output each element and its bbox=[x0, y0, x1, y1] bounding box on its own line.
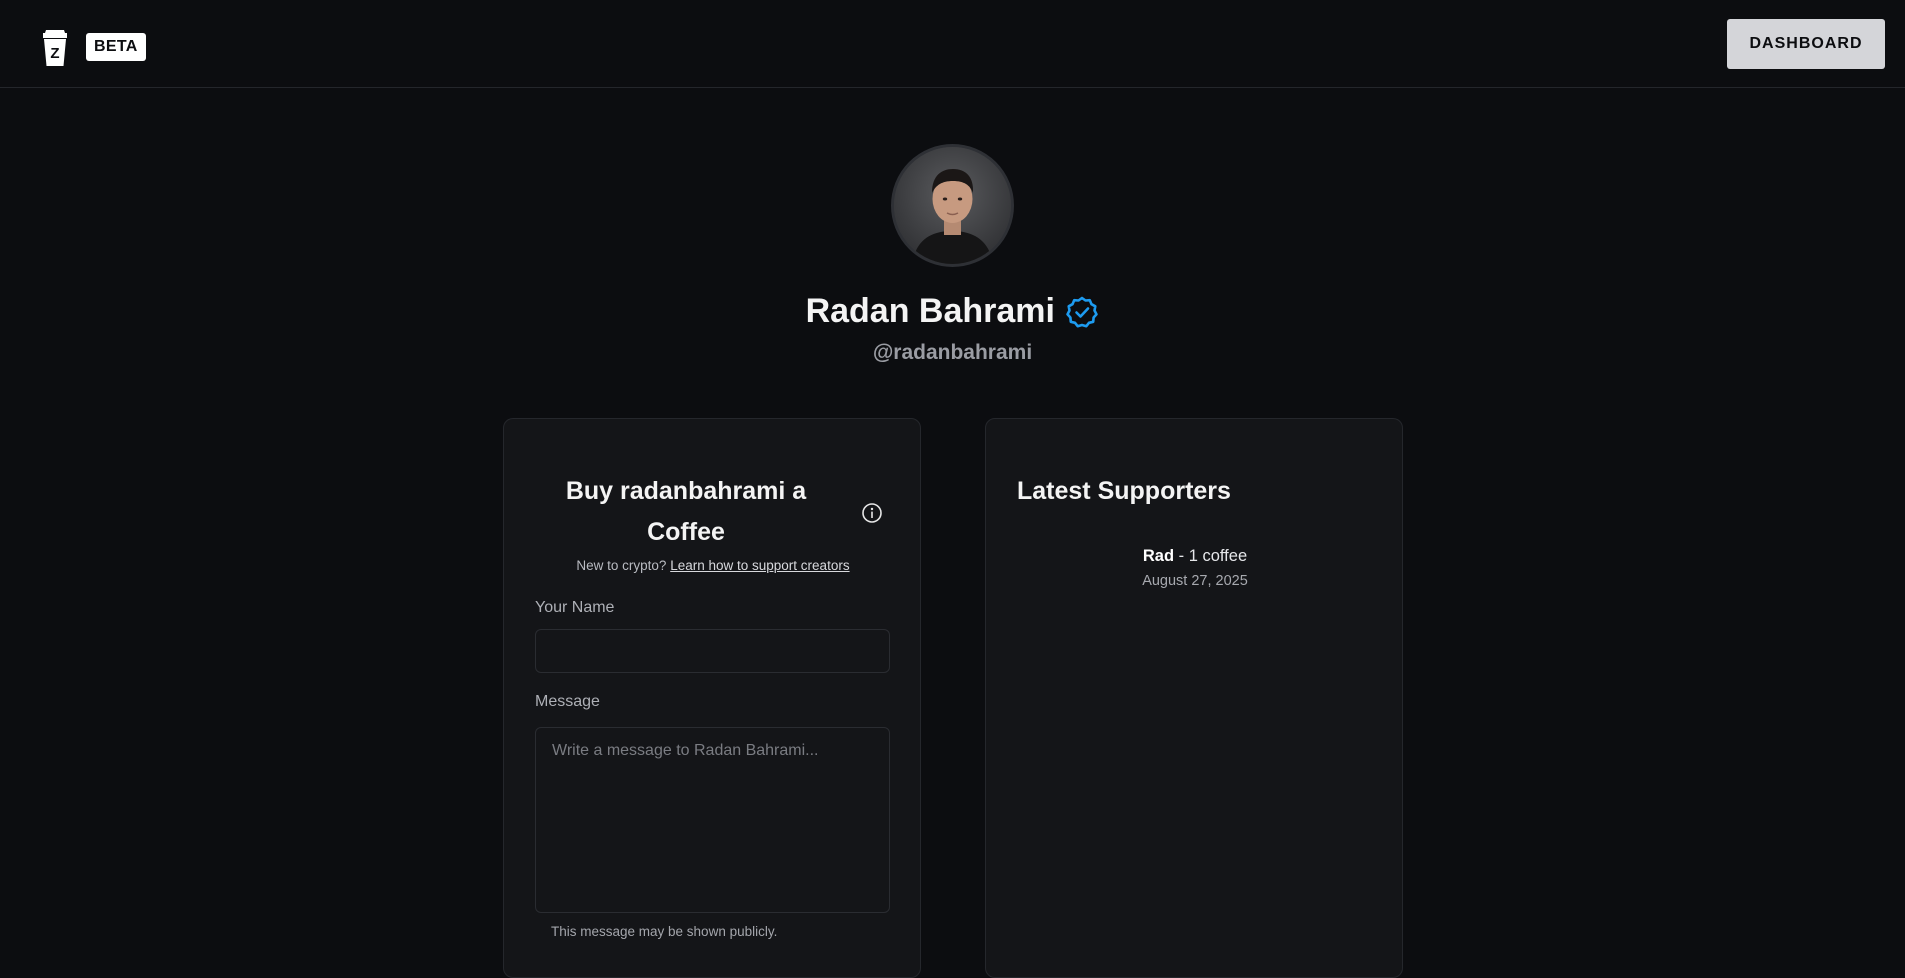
info-icon[interactable] bbox=[861, 502, 883, 524]
profile-name-row: Radan Bahrami bbox=[0, 292, 1905, 331]
supporter-name: Rad bbox=[1142, 547, 1175, 565]
message-textarea[interactable] bbox=[535, 727, 890, 913]
verified-badge-icon bbox=[1065, 295, 1099, 329]
supporter-date: August 27, 2025 bbox=[1142, 573, 1248, 589]
buy-coffee-title: Buy radanbahrami a Coffee bbox=[565, 477, 807, 546]
top-navbar: Z BETA DASHBOARD bbox=[0, 0, 1905, 88]
crypto-help-prefix: New to crypto? bbox=[576, 558, 667, 573]
supporter-detail: - 1 coffee bbox=[1178, 547, 1248, 565]
latest-supporters-card: Latest Supporters Rad - 1 coffee August … bbox=[985, 418, 1403, 978]
public-message-note: This message may be shown publicly. bbox=[551, 924, 778, 939]
coffee-cup-logo-icon[interactable]: Z bbox=[40, 29, 70, 67]
learn-support-link[interactable]: Learn how to support creators bbox=[670, 558, 849, 573]
message-label: Message bbox=[535, 693, 600, 710]
supporter-item: Rad - 1 coffee August 27, 2025 bbox=[986, 547, 1404, 589]
crypto-help-line: New to crypto? Learn how to support crea… bbox=[504, 558, 922, 573]
supporter-line: Rad - 1 coffee bbox=[986, 547, 1404, 566]
beta-badge: BETA bbox=[86, 33, 146, 61]
svg-text:Z: Z bbox=[50, 45, 59, 62]
your-name-label: Your Name bbox=[535, 599, 615, 616]
your-name-input[interactable] bbox=[535, 629, 890, 673]
profile-name: Radan Bahrami bbox=[805, 292, 1055, 330]
profile-avatar bbox=[891, 144, 1014, 267]
buy-coffee-card: Buy radanbahrami a Coffee New to crypto?… bbox=[503, 418, 921, 978]
dashboard-button[interactable]: DASHBOARD bbox=[1727, 19, 1885, 69]
profile-handle: @radanbahrami bbox=[872, 341, 1033, 364]
latest-supporters-title: Latest Supporters bbox=[1017, 477, 1231, 505]
